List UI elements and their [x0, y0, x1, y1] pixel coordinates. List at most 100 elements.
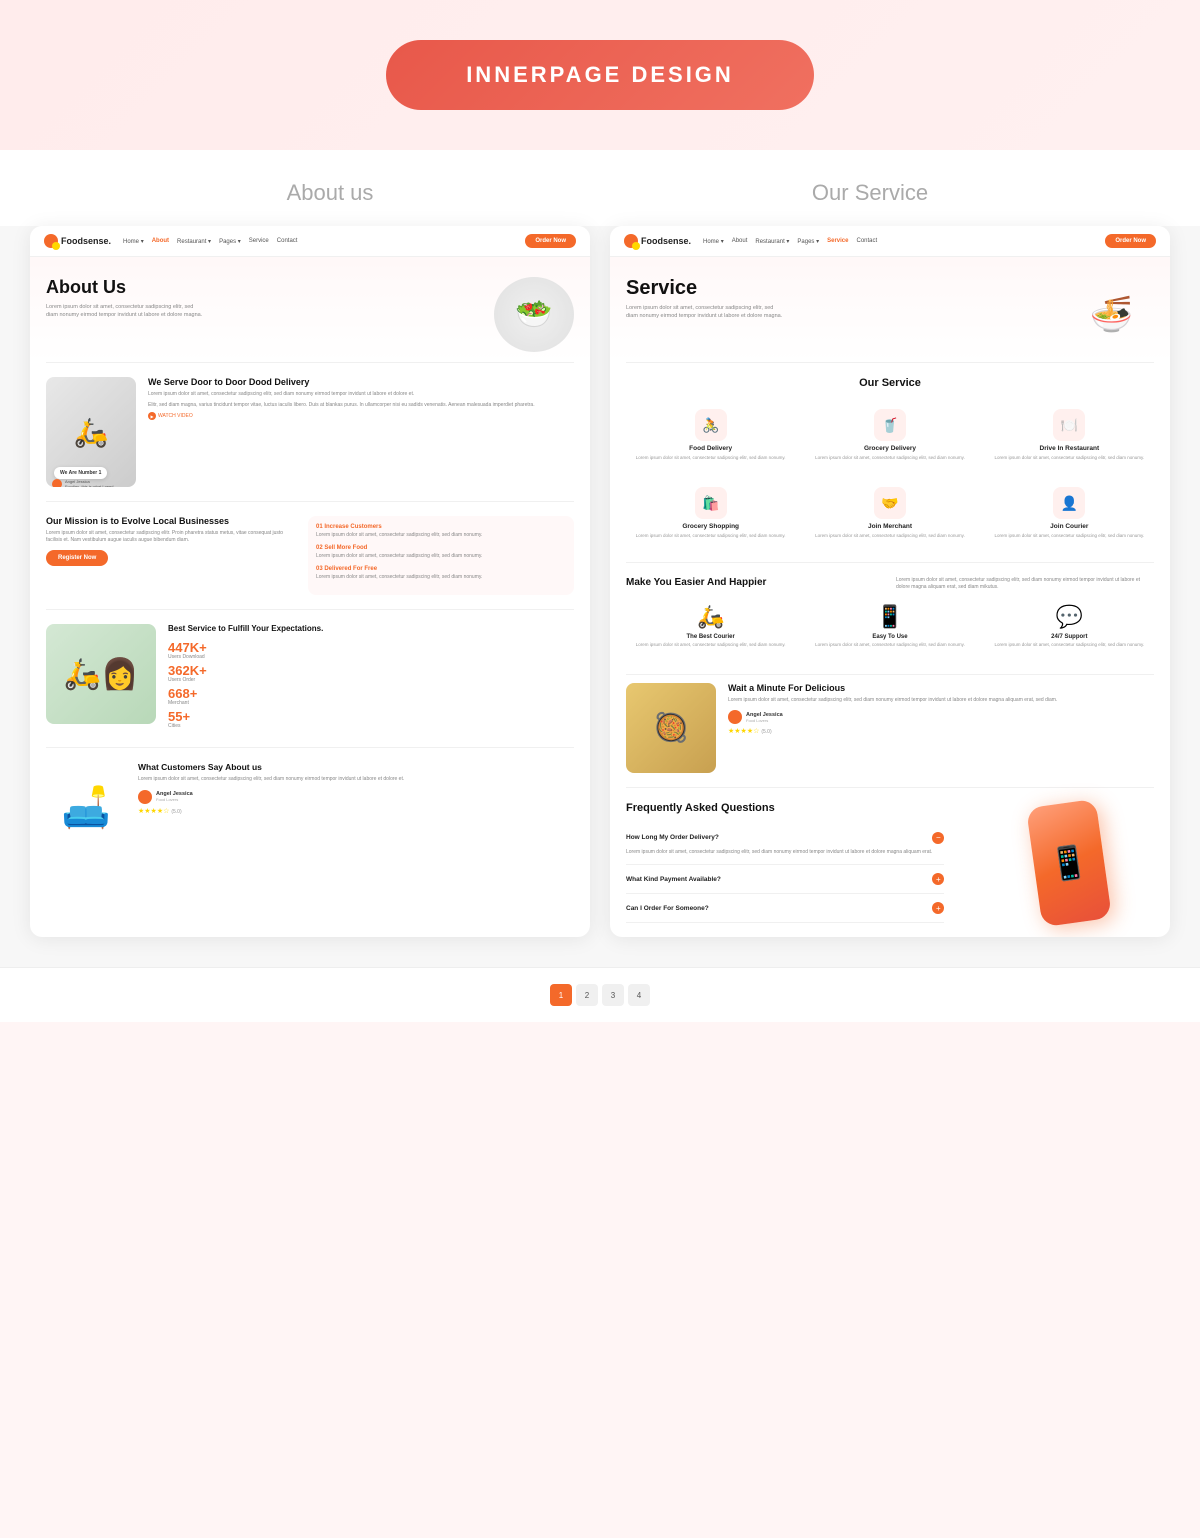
- page-btn-2[interactable]: 2: [576, 984, 598, 1006]
- mission-reviewer-avatar: [52, 479, 62, 487]
- wait-reviewer: Angel Jessica Food Lovers: [728, 710, 1057, 724]
- faq-question-0[interactable]: How Long My Order Delivery? −: [626, 832, 944, 844]
- nav-link-restaurant[interactable]: Restaurant ▾: [177, 238, 211, 245]
- wait-heading: Wait a Minute For Delicious: [728, 683, 1057, 693]
- service-nav-logo: Foodsense.: [624, 234, 691, 248]
- service-body-0: Lorem ipsum dolor sit amet, consectetur …: [630, 455, 791, 461]
- svc-nav-pages[interactable]: Pages ▾: [797, 238, 819, 245]
- service-card-0: 🚴 Food Delivery Lorem ipsum dolor sit am…: [626, 401, 795, 469]
- stat-1-label: Users Download: [168, 654, 574, 660]
- easier-body-1: Lorem ipsum dolor sit amet, consectetur …: [805, 642, 974, 648]
- page-btn-1[interactable]: 1: [550, 984, 572, 1006]
- stats-section: 🛵👩 Best Service to Fulfill Your Expectat…: [30, 610, 590, 747]
- faq-heading: Frequently Asked Questions: [626, 802, 944, 814]
- stat-4-num: 55+: [168, 710, 574, 723]
- faq-item-1[interactable]: What Kind Payment Available? +: [626, 865, 944, 894]
- service-icon-3: 🛍️: [695, 487, 727, 519]
- easier-item-1: 📱 Easy To Use Lorem ipsum dolor sit amet…: [805, 604, 974, 648]
- stats-heading: Best Service to Fulfill Your Expectation…: [168, 624, 574, 633]
- milestone-2-title: 02 Sell More Food: [316, 545, 566, 551]
- faq-app-row: Frequently Asked Questions How Long My O…: [610, 788, 1170, 938]
- service-section-title: Our Service: [600, 180, 1140, 206]
- nav-link-service[interactable]: Service: [249, 238, 269, 245]
- faq-item-2[interactable]: Can I Order For Someone? +: [626, 894, 944, 923]
- service-card-5: 👤 Join Courier Lorem ipsum dolor sit ame…: [985, 479, 1154, 547]
- faq-toggle-1[interactable]: +: [932, 873, 944, 885]
- mission-heading: We Serve Door to Door Dood Delivery: [148, 377, 535, 387]
- service-title-4: Join Merchant: [809, 523, 970, 530]
- app-phone-mockup: 📱: [1026, 799, 1112, 928]
- nav-link-about[interactable]: About: [152, 238, 169, 245]
- service-icon-0: 🚴: [695, 409, 727, 441]
- header-banner: INNERPAGE DESIGN: [0, 0, 1200, 150]
- logo-icon: [44, 234, 58, 248]
- register-now-button[interactable]: Register Now: [46, 550, 108, 566]
- nav-link-contact[interactable]: Contact: [277, 238, 298, 245]
- nav-link-pages[interactable]: Pages ▾: [219, 238, 241, 245]
- faq-question-2[interactable]: Can I Order For Someone? +: [626, 902, 944, 914]
- testimonial-reviewer: Angel Jessica Food Lovers: [138, 790, 404, 804]
- faq-question-text-1: What Kind Payment Available?: [626, 876, 721, 883]
- mission-badge: We Are Number 1: [54, 467, 107, 479]
- about-hero-image: 🥗: [494, 277, 574, 352]
- svc-nav-home[interactable]: Home ▾: [703, 238, 724, 245]
- page-btn-3[interactable]: 3: [602, 984, 624, 1006]
- mission-body-2: Elitr, sed diam magna, varius tincidunt …: [148, 402, 535, 410]
- easier-item-2: 💬 24/7 Support Lorem ipsum dolor sit ame…: [985, 604, 1154, 648]
- stats-content: Best Service to Fulfill Your Expectation…: [168, 624, 574, 733]
- svc-nav-contact[interactable]: Contact: [856, 238, 877, 245]
- stat-1-num: 447K+: [168, 641, 574, 654]
- stat-4-label: Cities: [168, 723, 574, 729]
- service-icon-2: 🍽️: [1053, 409, 1085, 441]
- stat-4: 55+ Cities: [168, 710, 574, 729]
- milestone-3: 03 Delivered For Free Lorem ipsum dolor …: [316, 566, 566, 581]
- about-hero-body: Lorem ipsum dolor sit amet, consectetur …: [46, 303, 206, 320]
- wait-reviewer-info: Angel Jessica Food Lovers: [746, 712, 783, 723]
- local-business-heading: Our Mission is to Evolve Local Businesse…: [46, 516, 296, 526]
- mission-body-1: Lorem ipsum dolor sit amet, consectetur …: [148, 391, 535, 399]
- page-btn-4[interactable]: 4: [628, 984, 650, 1006]
- testimonial-reviewer-avatar: [138, 790, 152, 804]
- service-nav-cta[interactable]: Order Now: [1105, 234, 1156, 248]
- easier-body: Lorem ipsum dolor sit amet, consectetur …: [896, 577, 1154, 592]
- easier-title-0: The Best Courier: [626, 634, 795, 640]
- our-service-section: Our Service 🚴 Food Delivery Lorem ipsum …: [610, 363, 1170, 562]
- watch-video-link[interactable]: ▶ WATCH VIDEO: [148, 412, 535, 420]
- service-body-4: Lorem ipsum dolor sit amet, consectetur …: [809, 533, 970, 539]
- svc-nav-service[interactable]: Service: [827, 238, 848, 245]
- service-nav: Foodsense. Home ▾ About Restaurant ▾ Pag…: [610, 226, 1170, 257]
- faq-question-1[interactable]: What Kind Payment Available? +: [626, 873, 944, 885]
- faq-item-0[interactable]: How Long My Order Delivery? − Lorem ipsu…: [626, 824, 944, 866]
- nav-link-home[interactable]: Home ▾: [123, 238, 144, 245]
- service-icon-4: 🤝: [874, 487, 906, 519]
- service-hero: Service Lorem ipsum dolor sit amet, cons…: [610, 257, 1170, 362]
- play-icon: ▶: [148, 412, 156, 420]
- service-hero-body: Lorem ipsum dolor sit amet, consectetur …: [626, 304, 786, 321]
- local-business-section: Our Mission is to Evolve Local Businesse…: [30, 502, 590, 609]
- service-grid: 🚴 Food Delivery Lorem ipsum dolor sit am…: [626, 401, 1154, 548]
- about-nav-cta[interactable]: Order Now: [525, 234, 576, 248]
- svc-nav-restaurant[interactable]: Restaurant ▾: [755, 238, 789, 245]
- wait-stars: ★★★★☆ (5.0): [728, 727, 1057, 735]
- service-icon-1: 🥤: [874, 409, 906, 441]
- testimonial-heading: What Customers Say About us: [138, 762, 404, 772]
- testimonial-section: 🛋️ What Customers Say About us Lorem ips…: [30, 748, 590, 866]
- service-hero-text: Service Lorem ipsum dolor sit amet, cons…: [626, 277, 786, 321]
- service-card-4: 🤝 Join Merchant Lorem ipsum dolor sit am…: [805, 479, 974, 547]
- service-title-1: Grocery Delivery: [809, 445, 970, 452]
- milestone-1-body: Lorem ipsum dolor sit amet, consectetur …: [316, 532, 566, 539]
- service-card-2: 🍽️ Drive In Restaurant Lorem ipsum dolor…: [985, 401, 1154, 469]
- svc-nav-about[interactable]: About: [732, 238, 748, 245]
- about-nav-links: Home ▾ About Restaurant ▾ Pages ▾ Servic…: [123, 238, 525, 245]
- faq-toggle-2[interactable]: +: [932, 902, 944, 914]
- faq-toggle-0[interactable]: −: [932, 832, 944, 844]
- our-service-heading: Our Service: [626, 377, 1154, 389]
- service-page-preview: Foodsense. Home ▾ About Restaurant ▾ Pag…: [610, 226, 1170, 937]
- stat-3: 668+ Merchant: [168, 687, 574, 706]
- service-card-3: 🛍️ Grocery Shopping Lorem ipsum dolor si…: [626, 479, 795, 547]
- mission-image: 🛵 We Are Number 1 Angel Jessica Foodies,…: [46, 377, 136, 487]
- mission-reviewer-info: Angel Jessica Foodies, this is what I ne…: [65, 479, 113, 487]
- milestone-3-title: 03 Delivered For Free: [316, 566, 566, 572]
- stat-2-num: 362K+: [168, 664, 574, 677]
- easier-icon-1: 📱: [805, 604, 974, 630]
